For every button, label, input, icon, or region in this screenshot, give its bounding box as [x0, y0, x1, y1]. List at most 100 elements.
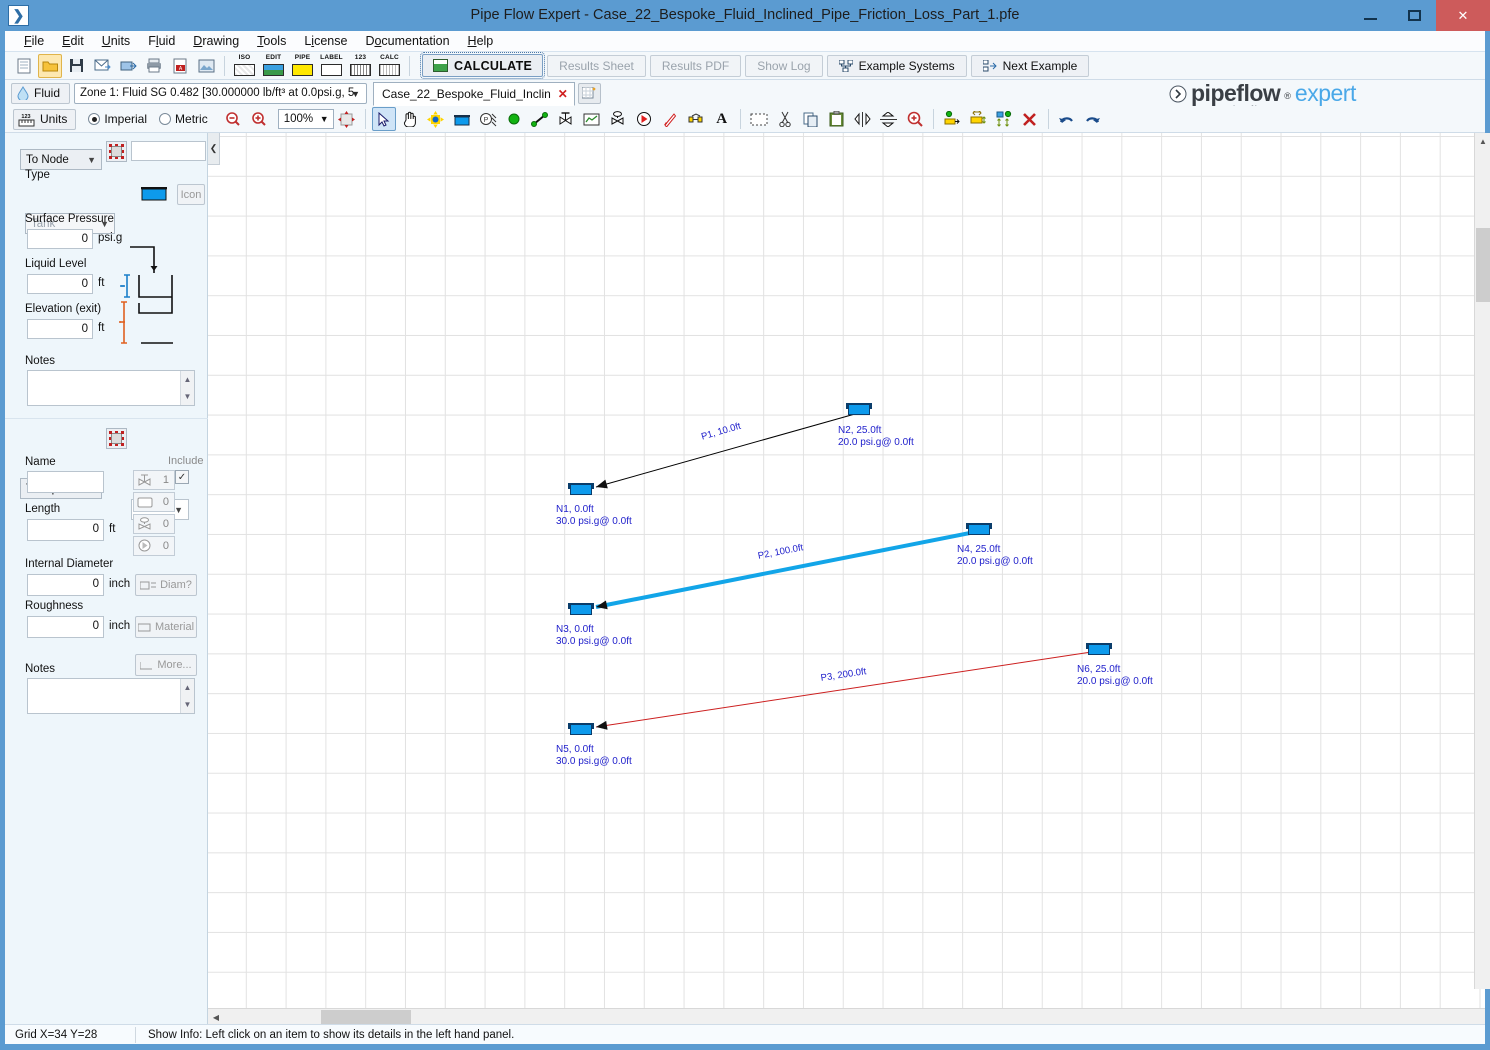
- zoom-out-icon[interactable]: [221, 107, 245, 131]
- print-icon[interactable]: [142, 54, 166, 78]
- results-pdf-button[interactable]: Results PDF: [649, 54, 742, 77]
- liquid-level-input[interactable]: 0: [27, 274, 93, 294]
- new-document-icon[interactable]: [12, 54, 36, 78]
- node-selector-dropdown[interactable]: To Node ▼: [20, 149, 102, 170]
- pipe-line[interactable]: [595, 650, 1099, 728]
- select-arrow-icon[interactable]: [371, 107, 396, 131]
- edit-icon[interactable]: EDIT: [261, 54, 286, 77]
- vertical-scroll-thumb[interactable]: [1476, 228, 1490, 302]
- icon-button[interactable]: Icon: [177, 184, 205, 205]
- junction-node-icon[interactable]: [502, 107, 526, 131]
- close-icon[interactable]: ✕: [558, 87, 568, 101]
- results-sheet-button[interactable]: Results Sheet: [547, 54, 646, 77]
- roughness-input[interactable]: 0: [27, 616, 104, 638]
- text-tool-icon[interactable]: A: [710, 107, 734, 131]
- canvas-horizontal-scrollbar[interactable]: ◀: [208, 1008, 1485, 1024]
- surface-pressure-input[interactable]: 0: [27, 229, 93, 249]
- control-valve-icon[interactable]: [606, 107, 630, 131]
- flip-vertical-icon[interactable]: [851, 107, 875, 131]
- minimize-button[interactable]: [1348, 0, 1392, 31]
- diameter-button[interactable]: Diam?: [135, 574, 197, 596]
- fittings-valve-count[interactable]: 1: [133, 470, 175, 490]
- chart-icon[interactable]: [580, 107, 604, 131]
- fittings-component-count[interactable]: 0: [133, 492, 175, 512]
- align-vertical-icon[interactable]: [992, 107, 1016, 131]
- pipe-icon[interactable]: PIPE: [290, 54, 315, 77]
- pipe-notes-scrollbar[interactable]: ▲ ▼: [180, 679, 194, 713]
- drawing-canvas[interactable]: ❮ P1, 10.0ft P2, 100.0ft P3, 200.0ft N1, 0.…: [208, 133, 1485, 1024]
- material-button[interactable]: Material: [135, 616, 197, 638]
- iso-view-icon[interactable]: ISO: [232, 54, 257, 77]
- pan-hand-icon[interactable]: [398, 107, 422, 131]
- copy-icon[interactable]: [799, 107, 823, 131]
- close-button[interactable]: ✕: [1436, 0, 1490, 31]
- fittings-pump-count[interactable]: 0: [133, 536, 175, 556]
- cut-icon[interactable]: [773, 107, 797, 131]
- pdf-icon[interactable]: A: [168, 54, 192, 78]
- menu-tools[interactable]: Tools: [248, 32, 295, 50]
- pump-icon[interactable]: [632, 107, 656, 131]
- node-notes-textarea[interactable]: ▲ ▼: [27, 370, 195, 406]
- calculate-button[interactable]: CALCULATE: [419, 52, 546, 79]
- fluid-button[interactable]: Fluid: [11, 82, 71, 104]
- pipe-target-crosshair-icon[interactable]: [106, 428, 127, 449]
- undo-icon[interactable]: [1055, 107, 1079, 131]
- menu-fluid[interactable]: Fluid: [139, 32, 184, 50]
- menu-edit[interactable]: Edit: [53, 32, 93, 50]
- redo-icon[interactable]: [1081, 107, 1105, 131]
- move-node-icon[interactable]: [424, 107, 448, 131]
- tank-node-icon[interactable]: [846, 401, 872, 415]
- delete-icon[interactable]: [1018, 107, 1042, 131]
- maximize-button[interactable]: [1392, 0, 1436, 31]
- menu-units[interactable]: Units: [93, 32, 139, 50]
- elevation-input[interactable]: 0: [27, 319, 93, 339]
- tank-icon[interactable]: [450, 107, 474, 131]
- valve-icon[interactable]: [554, 107, 578, 131]
- export-icon[interactable]: [116, 54, 140, 78]
- next-example-button[interactable]: Next Example: [970, 54, 1090, 77]
- email-icon[interactable]: [90, 54, 114, 78]
- tank-node-icon[interactable]: [966, 521, 992, 535]
- menu-help[interactable]: Help: [459, 32, 503, 50]
- fit-to-screen-icon[interactable]: [335, 107, 359, 131]
- fittings-control-valve-count[interactable]: 0: [133, 514, 175, 534]
- canvas-vertical-scrollbar[interactable]: ▲: [1474, 133, 1490, 989]
- pipe-tool-icon[interactable]: [528, 107, 552, 131]
- node-name-input[interactable]: [131, 141, 206, 161]
- metric-radio[interactable]: Metric: [159, 112, 208, 126]
- numbers-icon[interactable]: 123: [348, 54, 373, 77]
- imperial-radio[interactable]: Imperial: [88, 112, 147, 126]
- zoom-area-icon[interactable]: [903, 107, 927, 131]
- include-checkbox[interactable]: ✓: [175, 470, 189, 484]
- scroll-left-icon[interactable]: ◀: [208, 1009, 224, 1025]
- marquee-select-icon[interactable]: [747, 107, 771, 131]
- node-notes-scrollbar[interactable]: ▲ ▼: [180, 371, 194, 405]
- show-log-button[interactable]: Show Log: [745, 54, 823, 77]
- paste-icon[interactable]: [825, 107, 849, 131]
- document-tab[interactable]: Case_22_Bespoke_Fluid_Inclin ✕: [373, 82, 575, 106]
- horizontal-scroll-thumb[interactable]: [321, 1010, 411, 1024]
- flip-horizontal-icon[interactable]: [877, 107, 901, 131]
- node-target-crosshair-icon[interactable]: [106, 141, 127, 162]
- zoom-in-icon[interactable]: [247, 107, 271, 131]
- menu-documentation[interactable]: Documentation: [356, 32, 458, 50]
- units-button[interactable]: 123 Units: [13, 108, 77, 130]
- menu-license[interactable]: License: [295, 32, 356, 50]
- more-button[interactable]: More...: [135, 654, 197, 676]
- zoom-level-select[interactable]: 100% ▼: [277, 109, 334, 129]
- tank-node-icon[interactable]: [568, 601, 594, 615]
- pipe-name-input[interactable]: [27, 471, 104, 493]
- open-folder-icon[interactable]: [38, 53, 62, 78]
- tank-node-icon[interactable]: [568, 481, 594, 495]
- example-systems-button[interactable]: Example Systems: [826, 54, 967, 77]
- label-icon[interactable]: LABEL: [319, 54, 344, 77]
- save-icon[interactable]: [64, 54, 88, 78]
- scroll-up-icon[interactable]: ▲: [1475, 133, 1490, 149]
- component-icon[interactable]: [684, 107, 708, 131]
- menu-drawing[interactable]: Drawing: [184, 32, 248, 50]
- fluid-zone-dropdown[interactable]: Zone 1: Fluid SG 0.482 [30.000000 lb/ft³…: [74, 82, 368, 104]
- pipe-line[interactable]: [595, 529, 981, 609]
- align-node-icon[interactable]: [940, 107, 964, 131]
- flow-arrow-icon[interactable]: [658, 107, 682, 131]
- tank-node-icon[interactable]: [1086, 641, 1112, 655]
